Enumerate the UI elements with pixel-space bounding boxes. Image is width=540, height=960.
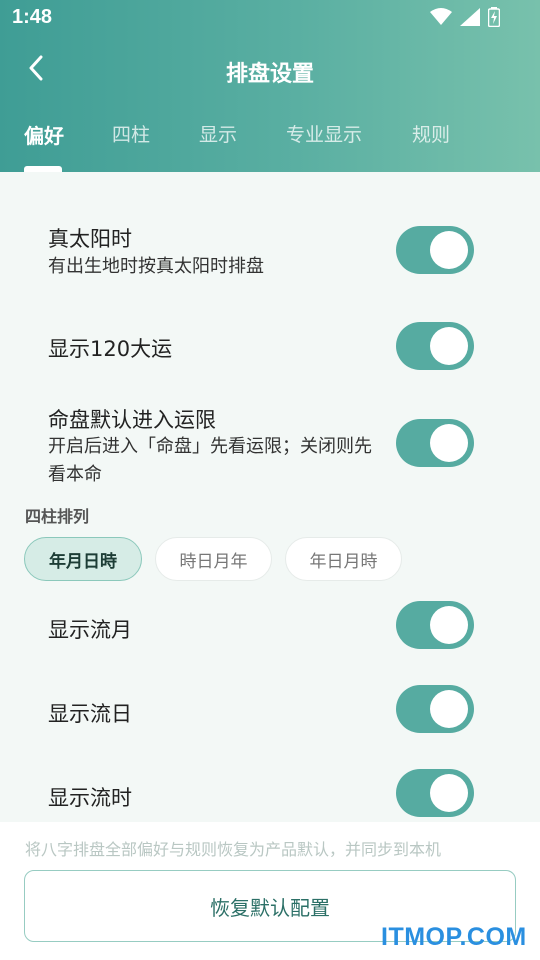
setting-title: 显示120大运 [48,337,173,361]
tab-rules[interactable]: 规则 [412,120,450,147]
setting-title: 命盘默认进入运限 [48,408,216,432]
signal-icon [460,8,480,30]
true-solar-time-toggle[interactable] [396,226,474,274]
toggle-knob [430,606,468,644]
status-icons [430,7,501,31]
setting-title: 显示流月 [48,618,132,642]
show-120-luck-toggle[interactable] [396,322,474,370]
tab-four-pillars[interactable]: 四柱 [112,120,150,147]
tab-preference[interactable]: 偏好 [24,120,64,149]
toggle-knob [430,424,468,462]
section-label-pillar-order: 四柱排列 [25,507,90,526]
setting-subtitle: 有出生地时按真太阳时排盘 [48,256,264,277]
tab-bar: 偏好 四柱 显示 专业显示 规则 [0,112,540,172]
page-title: 排盘设置 [225,62,314,87]
battery-charging-icon [487,7,501,31]
setting-subtitle: 开启后进入「命盘」先看运限；关闭则先看本命 [48,436,372,485]
tab-display[interactable]: 显示 [199,120,237,147]
nav-bar: 排盘设置 [0,44,540,100]
status-time: 1:48 [12,6,53,28]
toggle-knob [430,774,468,812]
watermark-logo: ITMOP.COM [381,923,527,951]
show-flow-day-toggle[interactable] [396,685,474,733]
status-bar: 1:48 [0,0,540,36]
toggle-knob [430,690,468,728]
setting-title: 真太阳时 [48,227,132,251]
toggle-knob [430,231,468,269]
header: 1:48 排盘设置 偏好 四柱 显示 专业显示 规则 [0,0,540,172]
pillar-order-option-ymdh[interactable]: 年月日時 [24,537,142,581]
setting-title: 显示流日 [48,702,132,726]
pillar-order-option-hdmy[interactable]: 時日月年 [155,537,272,581]
tab-pro-display[interactable]: 专业显示 [286,120,362,147]
pillar-order-option-ydmh[interactable]: 年日月時 [285,537,402,581]
show-flow-hour-toggle[interactable] [396,769,474,817]
wifi-icon [430,8,452,30]
setting-title: 显示流时 [48,786,132,810]
show-flow-month-toggle[interactable] [396,601,474,649]
toggle-knob [430,327,468,365]
default-enter-fortune-toggle[interactable] [396,419,474,467]
restore-note: 将八字排盘全部偏好与规则恢复为产品默认，并同步到本机 [25,840,442,859]
settings-content: 真太阳时 有出生地时按真太阳时排盘 显示120大运 命盘默认进入运限 开启后进入… [0,172,540,822]
